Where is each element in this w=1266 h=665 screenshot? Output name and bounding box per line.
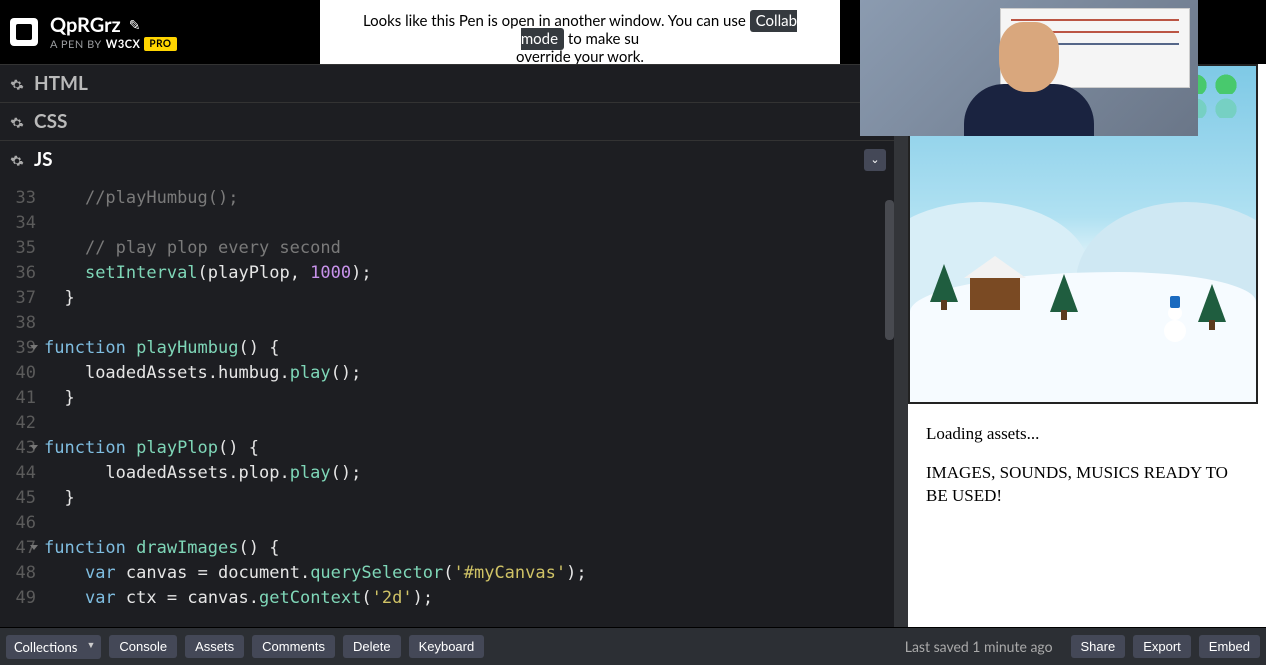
js-label: JS — [34, 148, 53, 171]
footer-bar: Collections Console Assets Comments Dele… — [0, 627, 1266, 665]
codepen-logo[interactable] — [10, 18, 38, 46]
video-overlay — [860, 0, 1198, 136]
js-editor[interactable]: 3334353637383940414243444546474849 //pla… — [0, 178, 894, 627]
code-content[interactable]: //playHumbug(); // play plop every secon… — [44, 186, 894, 627]
editor-column: HTML CSS JS ⌄ 33343536373839404142434445… — [0, 64, 894, 627]
assets-button[interactable]: Assets — [185, 635, 244, 658]
gear-icon[interactable] — [10, 153, 24, 167]
author-link[interactable]: W3Cx — [106, 38, 141, 51]
js-panel-header[interactable]: JS ⌄ — [0, 140, 894, 178]
embed-button[interactable]: Embed — [1199, 635, 1260, 658]
css-label: CSS — [34, 110, 67, 133]
pro-badge: PRO — [144, 37, 176, 51]
css-panel-header[interactable]: CSS — [0, 102, 894, 140]
save-status: Last saved 1 minute ago — [905, 638, 1053, 655]
pen-title: QpRGrz — [50, 13, 121, 37]
html-panel-header[interactable]: HTML — [0, 64, 894, 102]
export-button[interactable]: Export — [1133, 635, 1191, 658]
gear-icon[interactable] — [10, 115, 24, 129]
delete-button[interactable]: Delete — [343, 635, 401, 658]
vertical-splitter[interactable] — [894, 64, 908, 627]
html-label: HTML — [34, 72, 88, 95]
chevron-down-icon[interactable]: ⌄ — [864, 149, 886, 171]
share-button[interactable]: Share — [1071, 635, 1126, 658]
scrollbar-thumb[interactable] — [885, 200, 894, 340]
comments-button[interactable]: Comments — [252, 635, 335, 658]
edit-title-icon[interactable]: ✎ — [129, 16, 141, 34]
collections-dropdown[interactable]: Collections — [6, 635, 101, 659]
line-gutter: 3334353637383940414243444546474849 — [0, 186, 44, 627]
keyboard-button[interactable]: Keyboard — [409, 635, 485, 658]
loading-text: Loading assets... — [926, 424, 1248, 444]
pen-byline: A PEN BY W3Cx PRO — [50, 37, 177, 51]
preview-pane: Loading assets... IMAGES, SOUNDS, MUSICS… — [908, 64, 1266, 627]
gear-icon[interactable] — [10, 77, 24, 91]
ready-text: IMAGES, SOUNDS, MUSICS READY TO BE USED! — [926, 462, 1248, 508]
main-area: HTML CSS JS ⌄ 33343536373839404142434445… — [0, 64, 1266, 627]
console-button[interactable]: Console — [109, 635, 177, 658]
